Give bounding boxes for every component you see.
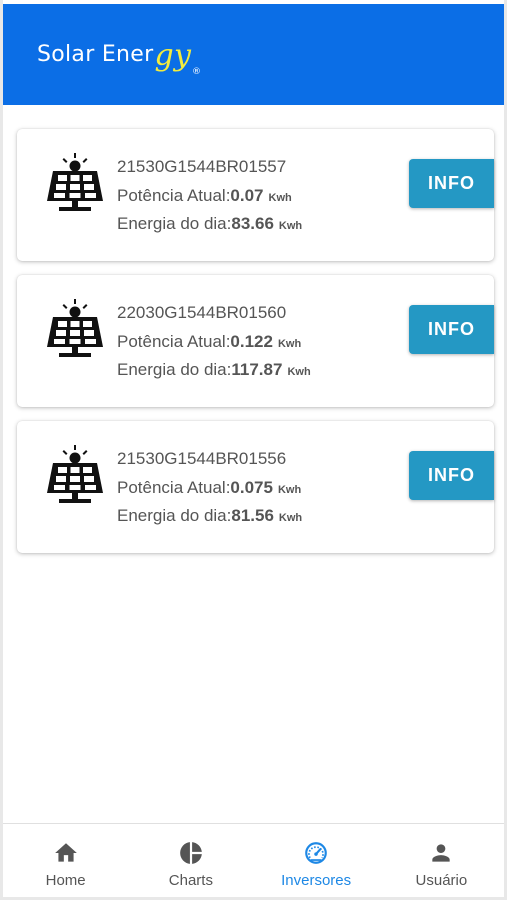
current-power-label: Potência Atual: xyxy=(117,332,231,351)
nav-item-usuario[interactable]: Usuário xyxy=(379,824,504,897)
solar-panel-icon xyxy=(45,153,105,215)
daily-energy-unit: Kwh xyxy=(278,220,303,232)
pie-chart-icon xyxy=(180,842,202,864)
nav-item-inversores[interactable]: Inversores xyxy=(254,824,379,897)
solar-panel-icon xyxy=(45,299,105,361)
daily-energy-value: 83.66 xyxy=(231,214,274,233)
info-button[interactable]: INFO xyxy=(409,305,494,354)
logo-script-text: gy xyxy=(154,38,192,73)
current-power-value: 0.075 xyxy=(230,478,273,497)
daily-energy-unit: Kwh xyxy=(287,366,311,378)
current-power-unit: Kwh xyxy=(277,338,302,350)
current-power-row: Potência Atual:0.07 Kwh xyxy=(117,183,302,211)
nav-label-charts: Charts xyxy=(168,872,213,889)
current-power-unit: Kwh xyxy=(277,484,302,496)
info-button[interactable]: INFO xyxy=(409,159,494,208)
solar-panel-icon xyxy=(45,445,105,507)
inverter-serial: 21530G1544BR01557 xyxy=(117,157,287,176)
nav-label-inversores: Inversores xyxy=(281,872,352,889)
user-icon xyxy=(432,844,451,862)
current-power-row: Potência Atual:0.075 Kwh xyxy=(117,475,302,503)
daily-energy-row: Energia do dia:117.87 Kwh xyxy=(117,357,311,385)
current-power-value: 0.07 xyxy=(230,186,264,205)
current-power-unit: Kwh xyxy=(268,192,292,204)
nav-label-usuario: Usuário xyxy=(415,872,468,889)
app-header: Solar Energy ® xyxy=(3,4,504,105)
logo-text: Solar Ener xyxy=(37,42,154,67)
bottom-navigation: Home Charts Inversores Usuário xyxy=(3,823,504,897)
current-power-value: 0.122 xyxy=(230,332,273,351)
current-power-row: Potência Atual:0.122 Kwh xyxy=(117,329,311,357)
logo-registered-mark: ® xyxy=(191,67,202,77)
nav-label-home: Home xyxy=(45,872,86,889)
inverter-card: 21530G1544BR01556 Potência Atual:0.075 Kw… xyxy=(17,421,494,553)
inverter-serial: 22030G1544BR01560 xyxy=(117,303,287,322)
daily-energy-label: Energia do dia: xyxy=(117,506,232,525)
daily-energy-row: Energia do dia:81.56 Kwh xyxy=(117,503,302,531)
inverter-card: 22030G1544BR01560 Potência Atual:0.122 Kw… xyxy=(17,275,494,407)
inverter-card: 21530G1544BR01557 Potência Atual:0.07 Kwh… xyxy=(17,129,494,261)
daily-energy-label: Energia do dia: xyxy=(117,214,232,233)
nav-item-charts[interactable]: Charts xyxy=(128,824,253,897)
home-icon xyxy=(54,843,77,862)
inverter-serial: 21530G1544BR01556 xyxy=(117,449,287,468)
current-power-label: Potência Atual: xyxy=(117,186,231,205)
solar-energy-logo: Solar Energy ® xyxy=(37,34,201,77)
current-power-label: Potência Atual: xyxy=(117,478,231,497)
daily-energy-row: Energia do dia:83.66 Kwh xyxy=(117,211,302,239)
nav-item-home[interactable]: Home xyxy=(3,824,128,897)
info-button[interactable]: INFO xyxy=(409,451,494,500)
daily-energy-value: 81.56 xyxy=(231,506,274,525)
speedometer-icon xyxy=(305,842,327,864)
daily-energy-unit: Kwh xyxy=(278,512,303,524)
daily-energy-value: 117.87 xyxy=(231,360,283,379)
daily-energy-label: Energia do dia: xyxy=(117,360,232,379)
